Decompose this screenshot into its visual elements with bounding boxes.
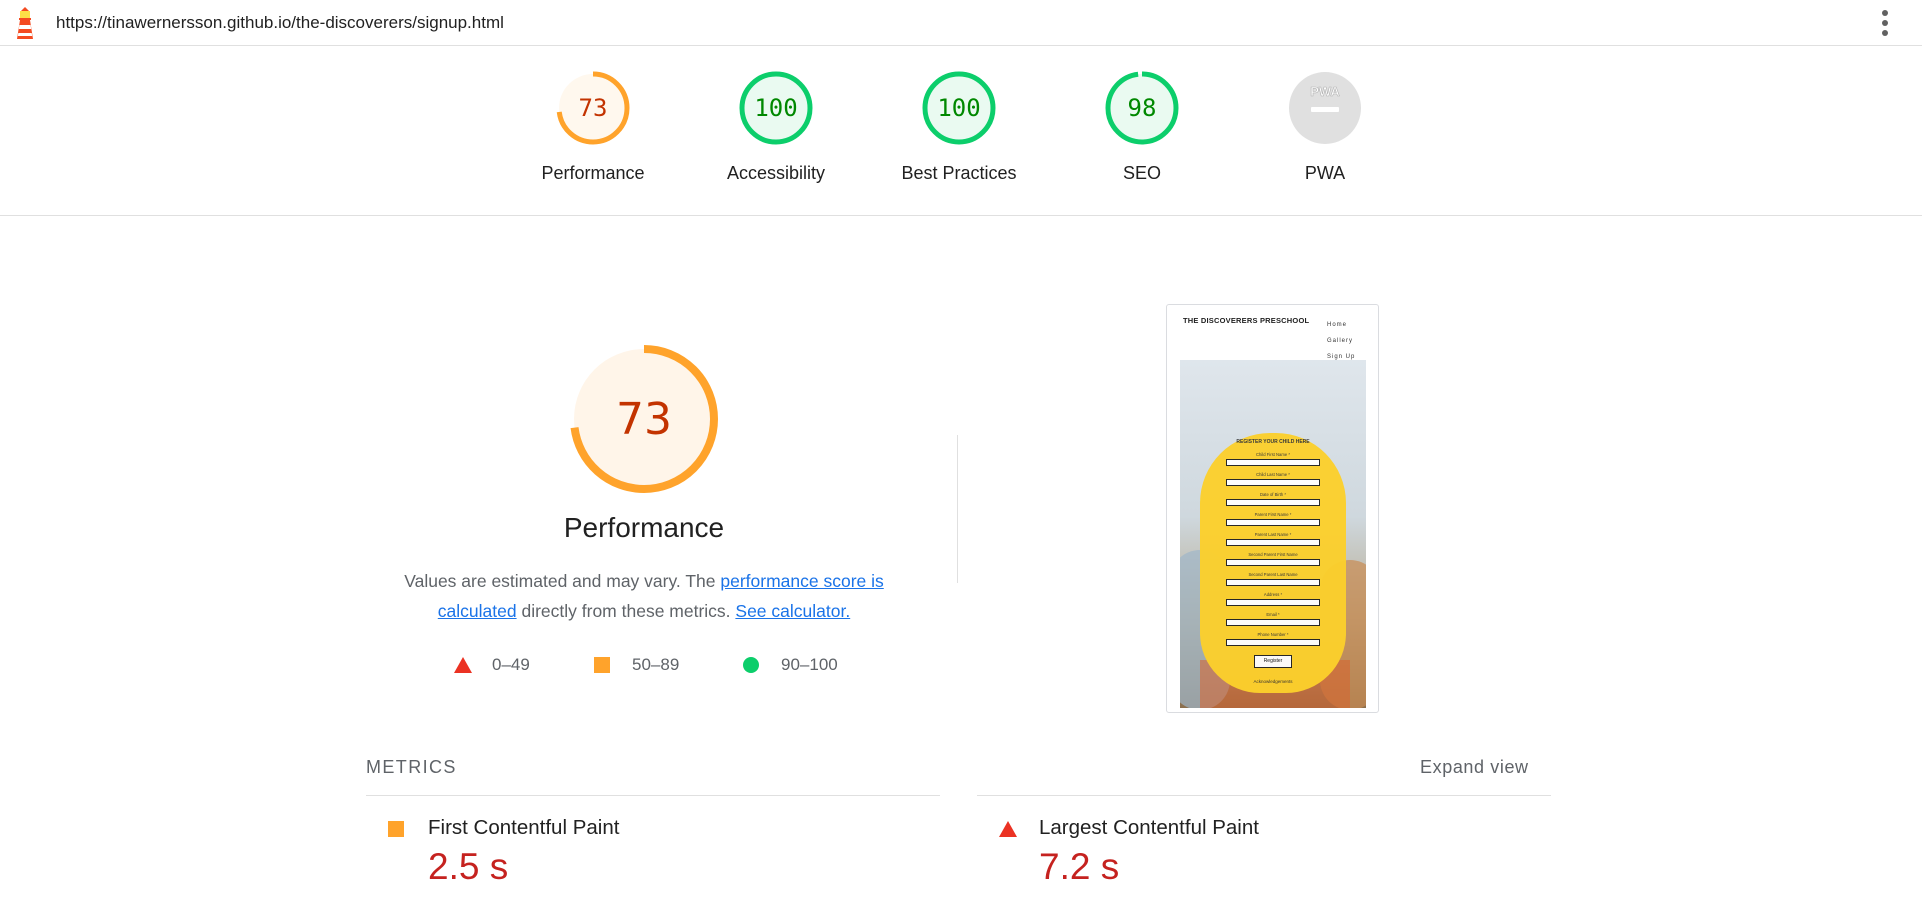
gauge-accessibility[interactable]: 100 Accessibility — [696, 70, 856, 200]
metric-largest-contentful-paint: Largest Contentful Paint 7.2 s — [977, 795, 1551, 909]
square-icon — [388, 821, 404, 837]
thumb-field-input — [1226, 579, 1320, 586]
thumb-nav-item: Home — [1327, 322, 1348, 328]
gauge-ring-icon: 73 — [556, 71, 630, 145]
thumb-field-label: Child Last Name * — [1256, 472, 1290, 477]
thumb-field-label: Parent Last Name * — [1254, 532, 1292, 537]
lighthouse-logo-icon — [17, 7, 33, 39]
see-calculator-link[interactable]: See calculator. — [735, 601, 850, 621]
gauge-label: Accessibility — [726, 163, 826, 183]
desc-text-1: Values are estimated and may vary. The — [404, 571, 721, 591]
metric-value: 7.2 s — [1039, 846, 1120, 887]
performance-big-gauge-icon: 73 — [570, 345, 718, 493]
thumb-site-title: THE DISCOVERERS PRESCHOOL — [1183, 316, 1310, 325]
thumb-field-input — [1226, 639, 1320, 646]
page-url: https://tinawernersson.github.io/the-dis… — [56, 13, 504, 32]
final-screenshot[interactable]: THE DISCOVERERS PRESCHOOL Home Gallery S… — [1166, 304, 1379, 713]
vertical-divider — [957, 435, 958, 583]
thumb-field-label: Phone Number * — [1257, 632, 1289, 637]
performance-title: Performance — [563, 512, 725, 543]
top-bar: https://tinawernersson.github.io/the-dis… — [0, 0, 1922, 46]
performance-big-score: 73 — [616, 394, 672, 445]
gauge-score: 100 — [754, 94, 797, 122]
performance-summary: 73 Performance Values are estimated and … — [364, 330, 924, 690]
thumb-form-field: Second Parent Last Name — [1200, 571, 1346, 591]
gauge-label: Best Practices — [901, 163, 1017, 183]
metrics-header: METRICS — [366, 757, 457, 777]
gauge-ring-icon: 98 — [1105, 71, 1179, 145]
thumb-field-input — [1226, 539, 1320, 546]
thumb-form-field: Parent Last Name * — [1200, 531, 1346, 551]
metric-value: 2.5 s — [428, 846, 509, 887]
metric-name: First Contentful Paint — [428, 816, 620, 839]
gauge-score: 73 — [579, 94, 608, 122]
metric-name: Largest Contentful Paint — [1039, 816, 1259, 839]
performance-description: Values are estimated and may vary. The p… — [364, 566, 924, 626]
thumb-form-field: Address * — [1200, 591, 1346, 611]
gauge-score: 100 — [937, 94, 980, 122]
gauge-label: SEO — [1122, 163, 1161, 183]
metric-first-contentful-paint: First Contentful Paint 2.5 s — [366, 795, 940, 909]
thumb-form-field: Date of Birth * — [1200, 491, 1346, 511]
thumb-form-field: Second Parent First Name — [1200, 551, 1346, 571]
square-icon — [594, 657, 610, 673]
legend-fail: 0–49 — [454, 652, 554, 678]
thumb-form-field: Email * — [1200, 611, 1346, 631]
thumb-field-label: Date of Birth * — [1259, 492, 1287, 497]
gauge-seo[interactable]: 98 SEO — [1062, 70, 1222, 200]
legend-range: 90–100 — [781, 655, 838, 674]
thumb-nav: Home Gallery Sign Up — [1327, 317, 1355, 365]
legend-range: 50–89 — [632, 655, 680, 674]
thumb-field-label: Parent First Name * — [1254, 512, 1292, 517]
thumb-field-input — [1226, 459, 1320, 466]
thumb-form-field: Phone Number * — [1200, 631, 1346, 651]
pwa-badge-text: PWA — [1310, 84, 1340, 99]
thumb-signup-form: REGISTER YOUR CHILD HERE Child First Nam… — [1200, 433, 1346, 693]
legend-range: 0–49 — [492, 655, 530, 674]
legend-average: 50–89 — [594, 652, 704, 678]
gauge-ring-icon: 100 — [739, 71, 813, 145]
thumb-field-input — [1226, 619, 1320, 626]
thumb-form-field: Parent First Name * — [1200, 511, 1346, 531]
more-menu-icon[interactable] — [1875, 8, 1895, 38]
thumb-form-field: Child Last Name * — [1200, 471, 1346, 491]
thumb-field-label: Second Parent First Name — [1248, 552, 1298, 557]
thumb-field-label: Address * — [1263, 592, 1283, 597]
thumb-field-input — [1226, 499, 1320, 506]
gauge-score: 98 — [1128, 94, 1157, 122]
gauge-label: Performance — [541, 163, 645, 183]
thumb-field-label: Email * — [1266, 612, 1280, 617]
gauge-ring-icon: 100 — [922, 71, 996, 145]
triangle-icon — [999, 821, 1017, 837]
thumb-field-input — [1226, 519, 1320, 526]
score-gauges: 73 Performance 100 Accessibility 100 Bes… — [0, 46, 1922, 216]
triangle-icon — [454, 657, 472, 673]
gauge-best-practices[interactable]: 100 Best Practices — [879, 70, 1039, 200]
thumb-footer-link: Acknowledgements — [1253, 679, 1293, 684]
score-legend: 0–49 50–89 90–100 — [364, 652, 924, 678]
thumb-field-label: Second Parent Last Name — [1248, 572, 1298, 577]
circle-icon — [743, 657, 759, 673]
pwa-badge-icon: PWA — [1289, 72, 1361, 144]
thumb-register-button: Register — [1254, 655, 1292, 668]
desc-text-2: directly from these metrics. — [516, 601, 736, 621]
thumb-form-heading: REGISTER YOUR CHILD HERE — [1236, 439, 1310, 445]
gauge-performance[interactable]: 73 Performance — [513, 70, 673, 200]
expand-view-toggle[interactable]: Expand view — [1420, 757, 1529, 778]
gauge-label: PWA — [1304, 163, 1346, 183]
legend-pass: 90–100 — [743, 652, 863, 678]
gauge-pwa[interactable]: PWA PWA — [1245, 70, 1405, 200]
thumb-nav-item: Gallery — [1327, 338, 1354, 344]
thumb-form-field: Child First Name * — [1200, 451, 1346, 471]
thumb-field-input — [1226, 599, 1320, 606]
thumb-field-label: Child First Name * — [1256, 452, 1290, 457]
thumb-field-input — [1226, 479, 1320, 486]
thumb-field-input — [1226, 559, 1320, 566]
